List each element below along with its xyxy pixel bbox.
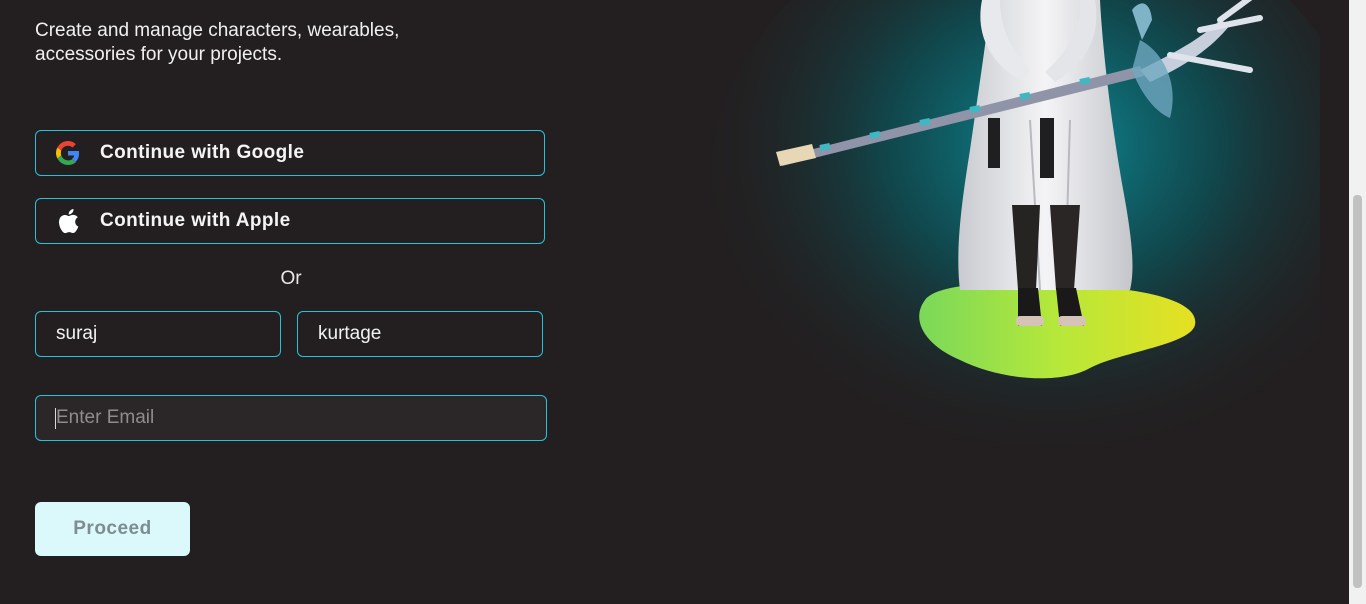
signup-page: Create and manage characters, wearables,…	[0, 0, 1366, 604]
continue-with-google-button[interactable]: Continue with Google	[35, 130, 545, 176]
intro-text: Create and manage characters, wearables,…	[35, 19, 399, 67]
email-input[interactable]	[35, 395, 547, 441]
scrollbar-thumb[interactable]	[1353, 195, 1362, 588]
or-divider: Or	[280, 268, 302, 289]
apple-icon	[56, 209, 80, 234]
proceed-button[interactable]: Proceed	[35, 502, 190, 556]
page-scrollbar[interactable]	[1349, 0, 1366, 604]
last-name-input[interactable]	[297, 311, 543, 357]
continue-with-apple-button[interactable]: Continue with Apple	[35, 198, 545, 244]
apple-button-label: Continue with Apple	[100, 210, 291, 231]
intro-line-1: Create and manage characters, wearables,	[35, 20, 400, 41]
google-icon	[56, 141, 80, 165]
first-name-input[interactable]	[35, 311, 281, 357]
intro-line-2: accessories for your projects.	[35, 44, 283, 65]
google-button-label: Continue with Google	[100, 142, 305, 163]
text-caret	[55, 408, 56, 429]
character-illustration	[710, 0, 1320, 480]
